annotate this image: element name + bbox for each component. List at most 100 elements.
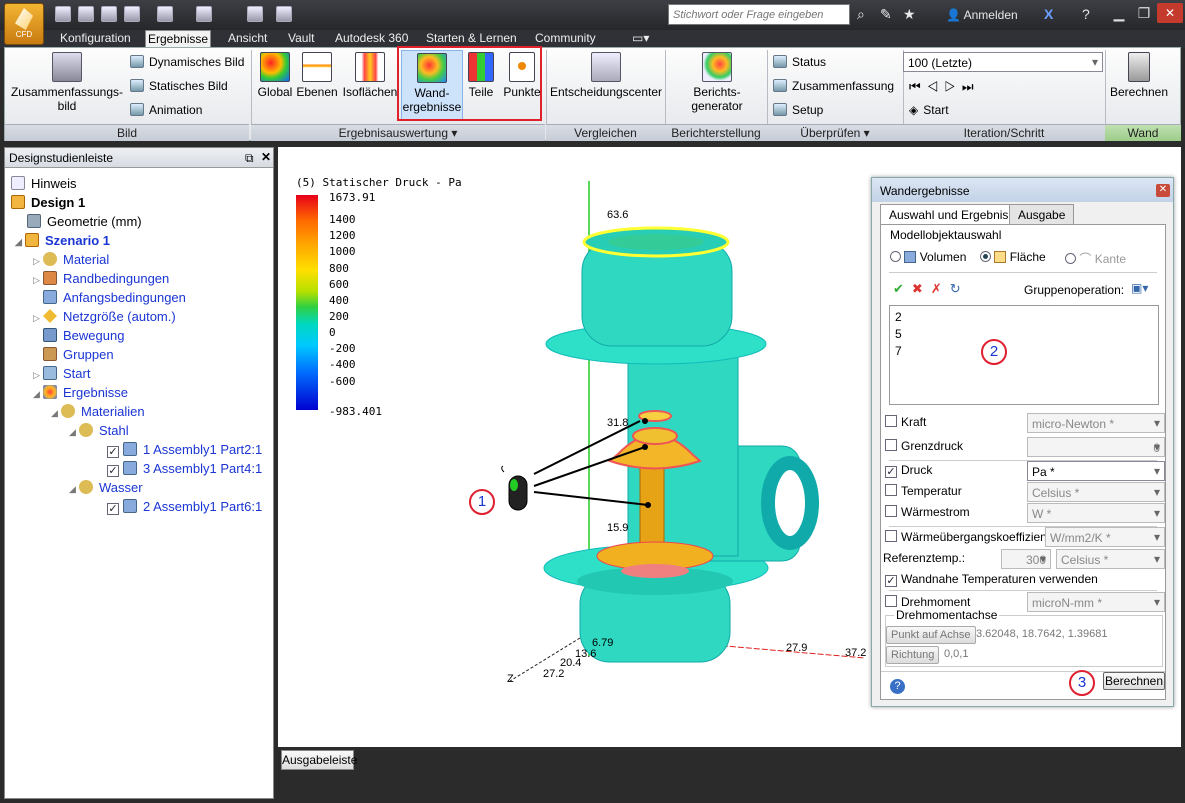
tree-bewegung[interactable]: Bewegung [11,326,271,345]
prev-step-icon[interactable]: ◁ [927,79,945,94]
status-button[interactable]: Status [773,53,826,71]
tree-wasser[interactable]: ◢ Wasser [11,478,271,497]
panel-label-ergebnis[interactable]: Ergebnisauswertung ▾ [251,124,545,141]
tab-auswahl[interactable]: Auswahl und Ergebnis [880,204,1018,224]
kraft-row[interactable]: Kraft [885,415,926,429]
save-as-icon[interactable] [124,6,140,22]
wandnah-checkbox[interactable]: ✓ [885,575,897,587]
export-icon[interactable] [276,6,292,22]
help-icon[interactable]: ? [1082,6,1090,22]
richtung-button[interactable]: Richtung [886,646,940,664]
tree-part2[interactable]: ✓ 1 Assembly1 Part2:1 [11,440,271,459]
tab-overflow-icon[interactable]: ▭▾ [630,30,651,48]
open-icon[interactable] [78,6,94,22]
wand-berechnen-button[interactable]: Berechnen [1109,52,1169,99]
tab-ansicht[interactable]: Ansicht [226,30,269,48]
berichtsgenerator-button[interactable]: Berichts- generator [669,52,765,113]
isoflaechen-button[interactable]: Isoflächen [341,52,399,99]
tree-geometrie[interactable]: Geometrie (mm) [11,212,271,231]
reftemp-unit-select[interactable]: Celsius * [1056,549,1165,569]
refresh-icon[interactable]: ↻ [950,281,969,296]
dialog-close-icon[interactable]: ✕ [1156,184,1170,197]
start-button[interactable]: ◈ Start [909,101,949,119]
part6-checkbox[interactable]: ✓ [107,503,119,515]
part4-checkbox[interactable]: ✓ [107,465,119,477]
last-step-icon[interactable]: ⏭ [962,79,980,94]
application-menu-button[interactable]: CFD [4,3,44,45]
tree-gruppen[interactable]: Gruppen [11,345,271,364]
iteration-select[interactable]: 100 (Letzte) [903,52,1103,72]
tab-ausgabe[interactable]: Ausgabe [1009,204,1075,224]
berechnen-button[interactable]: Berechnen [1103,672,1165,690]
tab-ergebnisse[interactable]: Ergebnisse [145,30,212,48]
collapse-icon[interactable]: ◢ [69,423,79,442]
expand-icon[interactable]: ▷ [33,309,43,328]
tree-netzgroesse[interactable]: ▷ Netzgröße (autom.) [11,307,271,326]
flaeche-radio[interactable] [980,251,991,262]
tree-material[interactable]: ▷ Material [11,250,271,269]
select-icon[interactable] [157,6,173,22]
temperatur-unit-select[interactable]: Celsius * [1027,482,1165,502]
setup-button[interactable]: Setup [773,101,823,119]
drehmoment-unit-select[interactable]: microN-mm * [1027,592,1165,612]
search-input[interactable] [668,4,850,25]
tree-materialien[interactable]: ◢ Materialien [11,402,271,421]
tree-anfangsbedingungen[interactable]: Anfangsbedingungen [11,288,271,307]
save-icon[interactable] [101,6,117,22]
signin-button[interactable]: 👤 Anmelden [946,8,1018,22]
wue-unit-select[interactable]: W/mm2/K * [1045,527,1165,547]
temperatur-row[interactable]: Temperatur [885,484,962,498]
tree-randbedingungen[interactable]: ▷ Randbedingungen [11,269,271,288]
wue-row[interactable]: Wärmeübergangskoeffizient [885,530,1050,544]
star-icon[interactable]: ★ [903,6,916,23]
tree-part6[interactable]: ✓ 2 Assembly1 Part6:1 [11,497,271,516]
maximize-button[interactable]: ❐ [1132,3,1156,23]
radio-volumen[interactable]: Volumen [890,250,966,264]
kraft-unit-select[interactable]: micro-Newton * [1027,413,1165,433]
radio-kante[interactable]: ⌒ Kante [1065,250,1126,267]
grenzdruck-row[interactable]: Grenzdruck [885,439,963,453]
collapse-icon[interactable]: ◢ [69,480,79,499]
minimize-button[interactable]: ▁ [1107,3,1131,23]
wrench-icon[interactable]: ✎ [880,6,892,23]
druck-unit-select[interactable]: Pa * [1027,461,1165,481]
waermestrom-unit-select[interactable]: W * [1027,503,1165,523]
expand-icon[interactable]: ▷ [33,271,43,290]
remove-all-icon[interactable]: ✗ [931,281,950,296]
grenzdruck-checkbox[interactable] [885,439,897,451]
punkt-auf-achse-button[interactable]: Punkt auf Achse [886,626,976,644]
drehmoment-row[interactable]: Drehmoment [885,595,970,609]
new-icon[interactable] [55,6,71,22]
druck-row[interactable]: ✓ Druck [885,463,932,478]
entscheidungscenter-button[interactable]: Entscheidungscenter [549,52,663,99]
collapse-icon[interactable]: ◢ [51,404,61,423]
collapse-icon[interactable]: ◢ [33,385,43,404]
zusammenfassung-button[interactable]: Zusammenfassung [773,77,894,95]
tab-vault[interactable]: Vault [286,30,316,48]
selection-list[interactable]: 2 5 7 [889,305,1159,405]
exchange-icon[interactable]: X [1044,6,1053,22]
tree-start[interactable]: ▷ Start [11,364,271,383]
tree-szenario[interactable]: ◢ Szenario 1 [11,231,271,250]
tree-design[interactable]: Design 1 [11,193,271,212]
waermestrom-checkbox[interactable] [885,505,897,517]
binoculars-icon[interactable]: ⌕ [857,6,865,23]
static-image-button[interactable]: Statisches Bild [130,77,228,95]
tree-ergebnisse[interactable]: ◢ Ergebnisse [11,383,271,402]
tree-hinweis[interactable]: Hinweis [11,174,271,193]
close-window-button[interactable]: ✕ [1157,3,1183,23]
volumen-radio[interactable] [890,251,901,262]
temperatur-checkbox[interactable] [885,484,897,496]
tree-stahl[interactable]: ◢ Stahl [11,421,271,440]
collapse-icon[interactable]: ◢ [15,233,25,252]
summary-image-button[interactable]: Zusammenfassungs- bild [9,52,125,113]
dynamic-image-button[interactable]: Dynamisches Bild [130,53,244,71]
panel-label-ueberpruefen[interactable]: Überprüfen ▾ [767,124,903,141]
panel-icon[interactable] [247,6,263,22]
global-button[interactable]: Global [255,52,295,99]
kante-radio[interactable] [1065,253,1076,264]
group-operation-icon[interactable]: ▣▾ [1131,281,1153,297]
radio-flaeche[interactable]: Fläche [980,250,1046,264]
remove-icon[interactable]: ✖ [912,281,931,296]
grenzdruck-input[interactable]: 0 [1027,437,1165,457]
